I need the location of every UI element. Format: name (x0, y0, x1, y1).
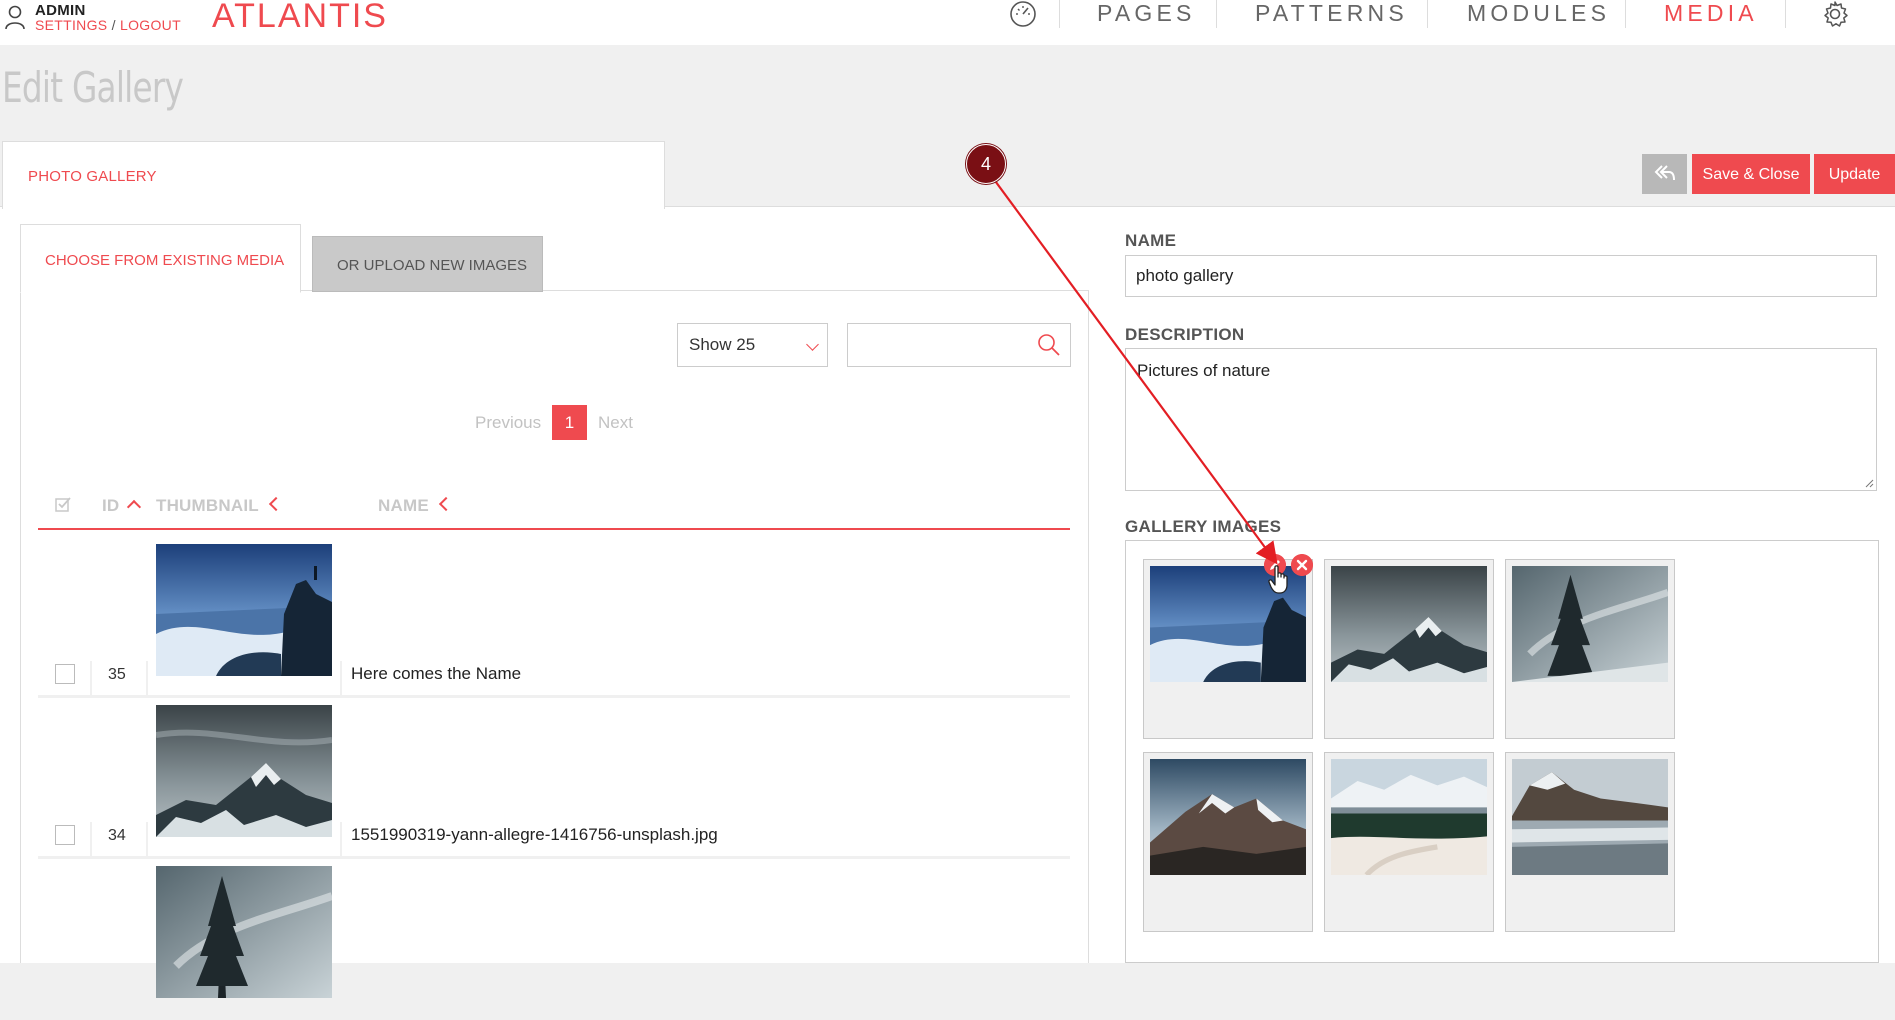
resize-handle-icon[interactable] (1865, 479, 1874, 488)
row-checkbox[interactable] (55, 825, 75, 845)
name-label: NAME (1125, 231, 1177, 250)
gallery-thumbnail[interactable] (1512, 759, 1668, 875)
cell-divider (340, 661, 342, 695)
thumbnail-image[interactable] (156, 705, 332, 837)
nav-modules[interactable]: MODULES (1467, 0, 1610, 27)
nav-separator (1059, 0, 1060, 28)
thumbnail-image[interactable] (156, 544, 332, 676)
cell-divider (340, 822, 342, 856)
row-id: 35 (108, 666, 126, 683)
cell-divider (90, 661, 92, 695)
nav-separator (1785, 0, 1786, 28)
column-header-id[interactable]: ID (102, 496, 142, 516)
user-icon (5, 5, 25, 30)
save-close-button[interactable]: Save & Close (1692, 154, 1810, 194)
gallery-item[interactable] (1143, 752, 1313, 932)
dashboard-icon[interactable] (1009, 0, 1037, 28)
table-row[interactable] (38, 866, 1070, 1020)
sort-icon (268, 496, 283, 512)
cell-divider (90, 822, 92, 856)
table-row[interactable]: 34 1551990319-yann-allegre-1416756-unspl… (38, 705, 1070, 859)
row-divider (38, 695, 1070, 698)
nav-patterns[interactable]: PATTERNS (1255, 0, 1408, 27)
nav-pages[interactable]: PAGES (1097, 0, 1196, 27)
gallery-thumbnail[interactable] (1331, 759, 1487, 875)
gallery-item[interactable] (1505, 559, 1675, 739)
pagination-previous[interactable]: Previous (475, 413, 541, 433)
column-header-name[interactable]: NAME (378, 496, 453, 516)
settings-link[interactable]: SETTINGS (35, 17, 107, 33)
back-button[interactable] (1642, 154, 1687, 194)
sort-asc-icon (127, 499, 142, 515)
gear-icon[interactable] (1821, 0, 1849, 28)
column-header-id-label: ID (102, 496, 120, 515)
column-header-thumbnail-label: THUMBNAIL (156, 496, 259, 515)
column-header-thumbnail[interactable]: THUMBNAIL (156, 496, 283, 516)
table-row[interactable]: 35 Here comes the Name (38, 544, 1070, 698)
tab-photo-gallery-label: PHOTO GALLERY (28, 168, 157, 185)
row-divider (38, 856, 1070, 859)
row-name: 1551990319-yann-allegre-1416756-unsplash… (351, 825, 718, 844)
gallery-thumbnail[interactable] (1150, 759, 1306, 875)
sort-icon (438, 496, 453, 512)
tab-upload-new-images[interactable]: OR UPLOAD NEW IMAGES (312, 236, 543, 292)
gallery-item[interactable] (1505, 752, 1675, 932)
update-button[interactable]: Update (1814, 154, 1895, 194)
search-input[interactable] (852, 328, 1026, 362)
description-field[interactable]: Pictures of nature (1125, 348, 1877, 491)
user-links-separator: / (107, 17, 120, 33)
pagination-next[interactable]: Next (598, 413, 633, 433)
nav-media[interactable]: MEDIA (1664, 0, 1758, 27)
row-checkbox[interactable] (55, 664, 75, 684)
pagination-current-page[interactable]: 1 (552, 405, 587, 440)
gallery-images-label: GALLERY IMAGES (1125, 517, 1282, 536)
nav-separator (1625, 0, 1626, 28)
logout-link[interactable]: LOGOUT (120, 17, 181, 33)
delete-icon[interactable] (1291, 554, 1313, 576)
top-bar: ADMIN SETTINGS / LOGOUT ATLANTIS PAGES P… (0, 0, 1895, 45)
search-icon[interactable] (1037, 333, 1061, 357)
show-entries-value: Show 25 (689, 335, 756, 354)
media-table-header: ID THUMBNAIL NAME (38, 488, 1070, 530)
column-header-name-label: NAME (378, 496, 429, 515)
hand-cursor-icon (1268, 565, 1288, 594)
tab-photo-gallery[interactable]: PHOTO GALLERY (2, 141, 665, 209)
nav-separator (1427, 0, 1428, 28)
chevron-down-icon (806, 338, 819, 351)
show-entries-select[interactable]: Show 25 (677, 323, 828, 367)
media-search (847, 323, 1071, 367)
row-name: Here comes the Name (351, 664, 522, 683)
brand-logo[interactable]: ATLANTIS (212, 0, 388, 36)
cell-divider (146, 661, 148, 695)
gallery-thumbnail[interactable] (1512, 566, 1668, 682)
select-all-checkbox-icon[interactable] (55, 496, 72, 513)
tab-choose-existing-media-label: CHOOSE FROM EXISTING MEDIA (45, 252, 285, 269)
back-icon (1654, 165, 1675, 181)
description-text: Pictures of nature (1137, 361, 1271, 380)
gallery-item[interactable] (1324, 559, 1494, 739)
user-links: SETTINGS / LOGOUT (35, 17, 181, 33)
row-id: 34 (108, 827, 126, 844)
annotation-step-badge: 4 (966, 144, 1006, 184)
gallery-thumbnail[interactable] (1331, 566, 1487, 682)
name-field[interactable]: photo gallery (1125, 255, 1877, 297)
page-title: Edit Gallery (2, 63, 184, 112)
description-label: DESCRIPTION (1125, 325, 1245, 344)
tab-choose-existing-media[interactable]: CHOOSE FROM EXISTING MEDIA (20, 224, 301, 293)
tab-upload-new-images-label: OR UPLOAD NEW IMAGES (337, 257, 528, 274)
nav-separator (1216, 0, 1217, 28)
cell-divider (146, 822, 148, 856)
gallery-item[interactable] (1324, 752, 1494, 932)
thumbnail-image[interactable] (156, 866, 332, 998)
